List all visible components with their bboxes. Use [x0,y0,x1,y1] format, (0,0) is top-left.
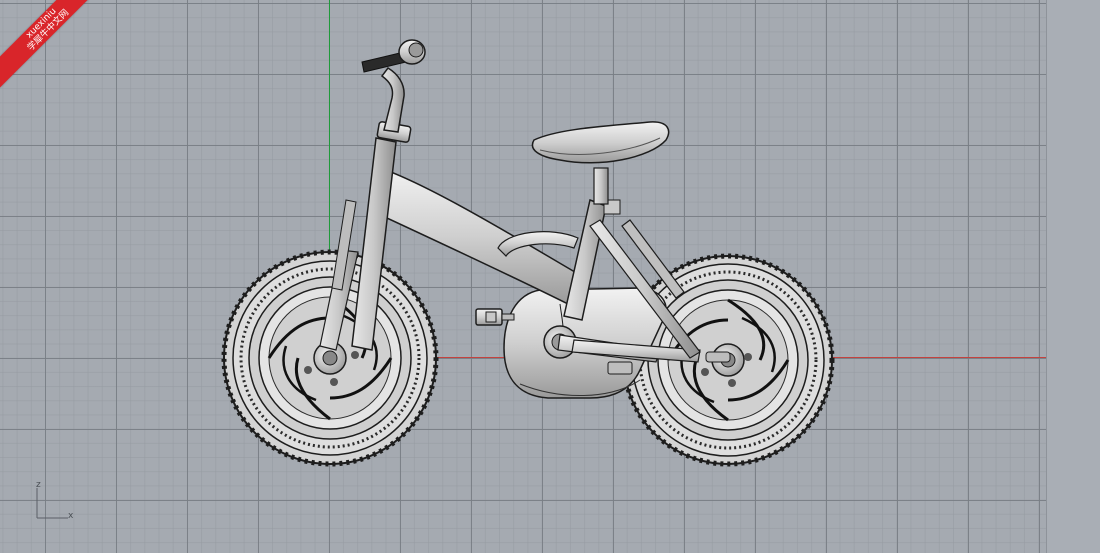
bicycle-model[interactable] [0,0,1047,553]
seat [531,121,670,205]
axis-gizmo: z x [30,480,80,530]
gizmo-x-label: x [68,511,74,521]
right-panel-strip [1047,0,1100,553]
handlebar [361,39,426,133]
front-viewport[interactable]: z x [0,0,1047,553]
front-wheel [221,249,439,467]
gizmo-z-label: z [36,480,41,490]
